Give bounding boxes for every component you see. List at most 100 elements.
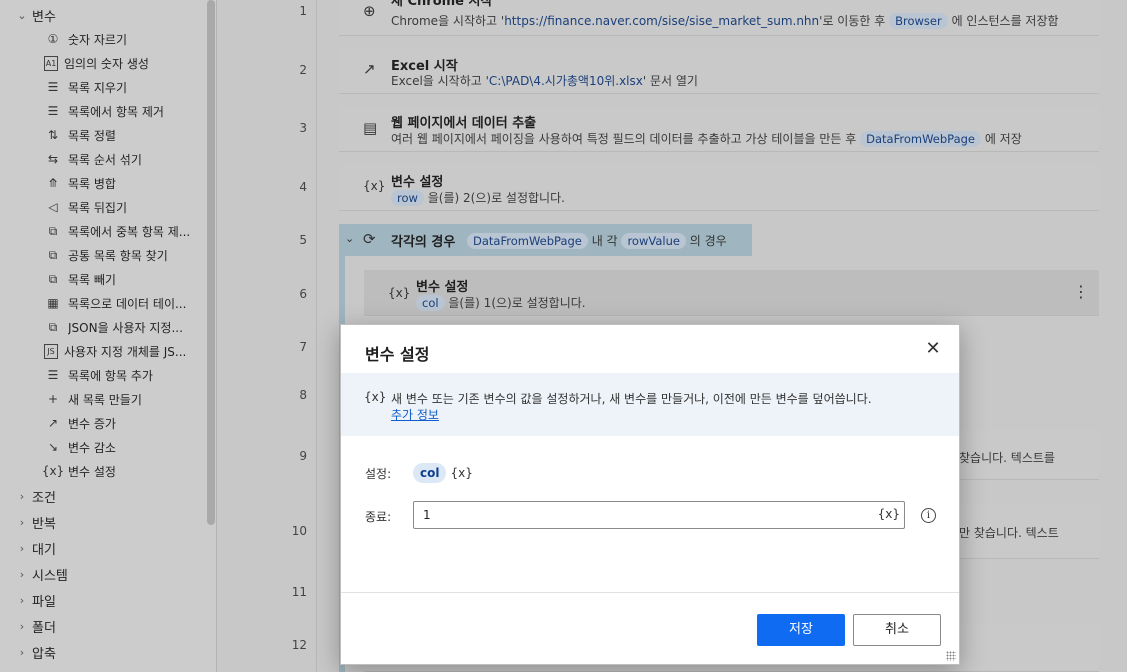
group-2[interactable]: › 대기: [0, 536, 56, 560]
dialog-title: 변수 설정: [365, 345, 430, 364]
sidebar-item-sort-list[interactable]: ⇅ 목록 정렬: [44, 123, 204, 147]
chevron-right-icon: ›: [19, 567, 25, 581]
action-set-variable-col[interactable]: {x} 변수 설정 col 을(를) 1(으)로 설정합니다. ⋮: [364, 270, 1099, 316]
loop-icon: ⟳: [363, 230, 376, 248]
sidebar-item-label: 목록에 항목 추가: [68, 368, 153, 383]
sidebar-item-label: 목록 병합: [68, 176, 116, 191]
group-0[interactable]: › 조건: [0, 484, 56, 508]
group-label: 폴더: [32, 620, 56, 636]
group-label: 압축: [32, 646, 56, 662]
sort-list-icon: ⇅: [47, 128, 59, 142]
shuffle-list-icon: ⇆: [47, 152, 59, 166]
sidebar-item-increase-variable[interactable]: ↗ 변수 증가: [44, 411, 204, 435]
learn-more-link[interactable]: 추가 정보: [391, 406, 439, 423]
action-description: Excel을 시작하고 'C:\PAD\4.시가총액10위.xlsx' 문서 열…: [391, 74, 698, 88]
group-1[interactable]: › 반복: [0, 510, 56, 534]
line-number: 10: [291, 524, 307, 538]
group-variables[interactable]: ⌄ 변수: [0, 3, 56, 27]
set-variable-icon: {x}: [388, 286, 411, 300]
group-3[interactable]: › 시스템: [0, 562, 68, 586]
action-extract-web-data[interactable]: ▤ 웹 페이지에서 데이터 추출 여러 웹 페이지에서 페이징을 사용하여 특정…: [339, 106, 1099, 152]
line-number: 11: [291, 585, 307, 599]
variable-picker-icon[interactable]: {x}: [450, 466, 472, 480]
object-to-json-icon: JS: [44, 343, 58, 359]
close-icon[interactable]: ✕: [923, 339, 943, 359]
sidebar-item-object-to-json[interactable]: JS 사용자 지정 개체를 JS...: [44, 339, 204, 363]
sidebar-item-label: 목록에서 중복 항목 제...: [68, 224, 191, 239]
save-button[interactable]: 저장: [757, 614, 845, 646]
arrow-up-right-icon: ↗: [363, 60, 376, 78]
number-circle-icon: ①: [47, 32, 59, 46]
line-number: 12: [291, 638, 307, 652]
random-number-icon: A1: [44, 55, 58, 71]
action-launch-excel[interactable]: ↗ Excel 시작 Excel을 시작하고 'C:\PAD\4.시가총액10위…: [339, 48, 1099, 94]
group-label: 반복: [32, 516, 56, 532]
sidebar-item-label: 목록 순서 섞기: [68, 152, 142, 167]
increase-variable-icon: ↗: [47, 416, 59, 430]
variable-picker-icon[interactable]: {x}: [878, 507, 900, 521]
action-set-variable-row[interactable]: {x} 변수 설정 row 을(를) 2(으)로 설정합니다.: [339, 165, 1099, 211]
sidebar-item-merge-list[interactable]: ⤊ 목록 병합: [44, 171, 204, 195]
info-text: 새 변수 또는 기존 변수의 값을 설정하거나, 새 변수를 만들거나, 이전에…: [391, 392, 872, 406]
sidebar-item-label: 목록에서 항목 제거: [68, 104, 164, 119]
sidebar-item-remove-duplicates[interactable]: ⧉ 목록에서 중복 항목 제...: [44, 219, 204, 243]
set-variable-dialog: 변수 설정 ✕ {x} 새 변수 또는 기존 변수의 값을 설정하거나, 새 변…: [340, 324, 960, 665]
sidebar-item-clear-list[interactable]: ☰ 목록 지우기: [44, 75, 204, 99]
variable-token[interactable]: col: [413, 463, 447, 483]
group-6[interactable]: › 압축: [0, 640, 56, 664]
sidebar-item-label: 변수 감소: [68, 440, 116, 455]
sidebar-item-label: 목록 뒤집기: [68, 200, 128, 215]
sidebar-item-decrease-variable[interactable]: ↘ 변수 감소: [44, 435, 204, 459]
clear-list-icon: ☰: [47, 80, 59, 94]
sidebar-item-new-list[interactable]: + 새 목록 만들기: [44, 387, 204, 411]
action-description: DataFromWebPage 내 각 rowValue 의 경우: [467, 232, 727, 249]
value-text: 1: [423, 508, 431, 522]
sidebar-item-add-to-list[interactable]: ☰ 목록에 항목 추가: [44, 363, 204, 387]
cancel-button[interactable]: 취소: [853, 614, 941, 646]
line-number: 5: [299, 233, 307, 247]
action-title: 변수 설정: [391, 175, 444, 190]
set-variable-icon: {x}: [363, 179, 386, 193]
common-items-icon: ⧉: [48, 247, 58, 262]
sidebar-item-label: 새 목록 만들기: [68, 392, 142, 407]
sidebar-item-common-items[interactable]: ⧉ 공통 목록 항목 찾기: [44, 243, 204, 267]
variable-name-field[interactable]: col {x}: [413, 463, 473, 483]
group-label: 시스템: [32, 568, 68, 584]
group-5[interactable]: › 폴더: [0, 614, 56, 638]
sidebar-item-set-variable[interactable]: {x} 변수 설정: [41, 459, 204, 483]
set-variable-icon: {x}: [41, 464, 65, 478]
group-label: 대기: [32, 542, 56, 558]
action-launch-chrome[interactable]: ⊕ 새 Chrome 시작 Chrome을 시작하고 'https://fina…: [339, 0, 1099, 36]
sidebar-item-subtract-list[interactable]: ⧉ 목록 빼기: [44, 267, 204, 291]
decrease-variable-icon: ↘: [47, 440, 59, 454]
sidebar-item-json-to-object[interactable]: ⧉ JSON을 사용자 지정...: [44, 315, 204, 339]
line-number: 4: [299, 180, 307, 194]
sidebar-item-label: 목록 정렬: [68, 128, 116, 143]
sidebar-item-number-circle[interactable]: ① 숫자 자르기: [44, 27, 204, 51]
sidebar-scrollbar[interactable]: [207, 0, 215, 525]
sidebar-item-list-to-datatable[interactable]: ▦ 목록으로 데이터 테이...: [44, 291, 204, 315]
action-for-each[interactable]: ⌄ ⟳ 각각의 경우 DataFromWebPage 내 각 rowValue …: [339, 224, 752, 256]
resize-grip-icon[interactable]: [946, 651, 956, 661]
divider: [341, 592, 959, 593]
value-input[interactable]: 1 {x}: [413, 501, 905, 529]
chevron-down-icon: ⌄: [345, 232, 355, 245]
sidebar-item-label: 사용자 지정 개체를 JS...: [64, 344, 187, 359]
sidebar-item-label: JSON을 사용자 지정...: [68, 320, 183, 335]
sidebar-item-reverse-list[interactable]: ◁ 목록 뒤집기: [44, 195, 204, 219]
line-number: 7: [299, 340, 307, 354]
remove-list-item-icon: ☰: [47, 104, 59, 118]
line-number: 6: [299, 287, 307, 301]
info-icon[interactable]: i: [921, 508, 936, 523]
chevron-right-icon: ›: [19, 593, 25, 607]
sidebar-item-remove-list-item[interactable]: ☰ 목록에서 항목 제거: [44, 99, 204, 123]
action-description: col 을(를) 1(으)로 설정합니다.: [416, 294, 586, 311]
globe-icon: ⊕: [363, 2, 376, 20]
more-options-icon[interactable]: ⋮: [1073, 282, 1089, 301]
group-4[interactable]: › 파일: [0, 588, 56, 612]
set-label: 설정:: [365, 467, 392, 481]
sidebar-item-random-number[interactable]: A1 임의의 숫자 생성: [44, 51, 204, 75]
sidebar-item-shuffle-list[interactable]: ⇆ 목록 순서 섞기: [44, 147, 204, 171]
web-page-icon: ▤: [363, 119, 378, 137]
line-number: 9: [299, 449, 307, 463]
